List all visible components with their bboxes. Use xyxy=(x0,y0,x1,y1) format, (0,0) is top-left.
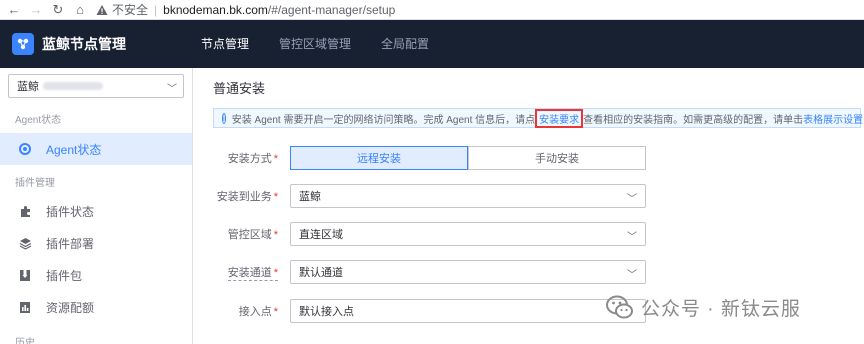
layers-icon xyxy=(18,236,32,250)
sidebar-item-agent-status[interactable]: Agent状态 xyxy=(0,133,192,165)
url-separator: | xyxy=(154,2,158,17)
sidebar-item-label: 插件部署 xyxy=(46,236,95,251)
form-row-control-area: 管控区域 * 直连区域 ﹀ xyxy=(193,222,864,246)
nav-control-area[interactable]: 管控区域管理 xyxy=(279,20,351,68)
control-area-value: 直连区域 xyxy=(299,229,343,241)
table-display-settings-link[interactable]: 表格展示设置 xyxy=(803,111,863,126)
url-host: bknodeman.bk.com xyxy=(163,2,268,17)
install-method-label: 安装方式 * xyxy=(227,153,278,165)
watermark-text: 公众号 · 新钛云服 xyxy=(641,298,801,320)
business-select-field[interactable]: 蓝鲸 ﹀ xyxy=(290,184,646,208)
nav-global-config[interactable]: 全局配置 xyxy=(381,20,429,68)
control-area-label: 管控区域 * xyxy=(227,229,278,241)
business-value: 蓝鲸 xyxy=(299,191,321,203)
blurred-text xyxy=(43,82,103,90)
warning-icon xyxy=(96,4,108,15)
nav-node-management[interactable]: 节点管理 xyxy=(201,20,249,68)
app-header: 蓝鲸节点管理 节点管理 管控区域管理 全局配置 xyxy=(0,20,864,68)
watermark: 公众号 · 新钛云服 xyxy=(605,292,801,322)
info-icon: i xyxy=(222,112,226,124)
sidebar-item-label: 插件包 xyxy=(46,268,83,283)
sidebar-item-plugin-status[interactable]: 插件状态 xyxy=(0,195,192,227)
group-title-plugin: 插件管理 xyxy=(15,178,55,189)
chevron-down-icon: ﹀ xyxy=(167,84,177,95)
browser-toolbar: ← → ↻ ⌂ 不安全 | bknodeman.bk.com /#/agent-… xyxy=(0,0,864,20)
sidebar: 蓝鲸 ﹀ Agent状态 Agent状态 插件管理 插件状态 插件部署 插件包 … xyxy=(0,68,193,344)
install-channel-value: 默认通道 xyxy=(299,267,343,279)
remote-install-button[interactable]: 远程安装 xyxy=(290,146,468,170)
info-text-mid: 查看相应的安装指南。如需更高级的配置，请单击 xyxy=(583,114,804,126)
business-select[interactable]: 蓝鲸 ﹀ xyxy=(8,74,184,98)
form-row-install-channel: 安装通道 * 默认通道 ﹀ xyxy=(193,260,864,284)
chevron-down-icon: ﹀ xyxy=(627,194,637,205)
sidebar-item-label: 资源配额 xyxy=(46,300,95,315)
insecure-label: 不安全 xyxy=(112,3,149,17)
business-select-value: 蓝鲸 xyxy=(17,81,39,93)
control-area-select[interactable]: 直连区域 ﹀ xyxy=(290,222,646,246)
package-icon xyxy=(18,268,32,282)
chevron-down-icon: ﹀ xyxy=(627,232,637,243)
puzzle-icon xyxy=(18,204,32,218)
info-text-before: 安装 Agent 需要开启一定的网络访问策略。完成 Agent 信息后，请点 xyxy=(231,114,536,126)
radio-dot-icon xyxy=(18,142,32,156)
install-channel-label: 安装通道 * xyxy=(227,264,278,281)
group-title-agent: Agent状态 xyxy=(15,115,62,126)
chevron-down-icon: ﹀ xyxy=(627,270,637,281)
sidebar-item-plugin-deploy[interactable]: 插件部署 xyxy=(0,227,192,259)
sidebar-item-label: Agent状态 xyxy=(46,142,102,157)
url-path: /#/agent-manager/setup xyxy=(267,2,396,17)
wechat-icon xyxy=(606,295,633,319)
form-row-install-method: 安装方式 * 远程安装 手动安装 xyxy=(193,146,864,170)
group-title-history: 历史 xyxy=(15,338,35,344)
address-bar[interactable]: 不安全 | bknodeman.bk.com /#/agent-manager/… xyxy=(96,1,395,18)
app-logo-icon[interactable] xyxy=(12,33,34,55)
sidebar-item-plugin-package[interactable]: 插件包 xyxy=(0,259,192,291)
info-alert: i 安装 Agent 需要开启一定的网络访问策略。完成 Agent 信息后，请点… xyxy=(213,108,863,128)
business-label: 安装到业务 * xyxy=(216,191,278,203)
reload-icon[interactable]: ↻ xyxy=(50,0,66,20)
install-method-toggle: 远程安装 手动安装 xyxy=(290,146,646,170)
sidebar-item-label: 插件状态 xyxy=(46,204,95,219)
access-point-label: 接入点 * xyxy=(238,306,278,318)
top-nav: 节点管理 管控区域管理 全局配置 xyxy=(201,20,459,68)
forward-icon[interactable]: → xyxy=(28,0,44,20)
page-title: 普通安装 xyxy=(213,81,266,96)
access-point-value: 默认接入点 xyxy=(299,306,354,318)
form-row-business: 安装到业务 * 蓝鲸 ﹀ xyxy=(193,184,864,208)
manual-install-button[interactable]: 手动安装 xyxy=(468,146,646,170)
quota-icon xyxy=(18,300,32,314)
install-channel-select[interactable]: 默认通道 ﹀ xyxy=(290,260,646,284)
home-icon[interactable]: ⌂ xyxy=(72,0,88,20)
install-requirements-link[interactable]: 安装要求 xyxy=(535,108,584,128)
access-point-select[interactable]: 默认接入点 xyxy=(290,299,646,323)
app-title[interactable]: 蓝鲸节点管理 xyxy=(42,34,126,54)
back-icon[interactable]: ← xyxy=(6,0,22,20)
sidebar-item-resource-quota[interactable]: 资源配额 xyxy=(0,291,192,323)
